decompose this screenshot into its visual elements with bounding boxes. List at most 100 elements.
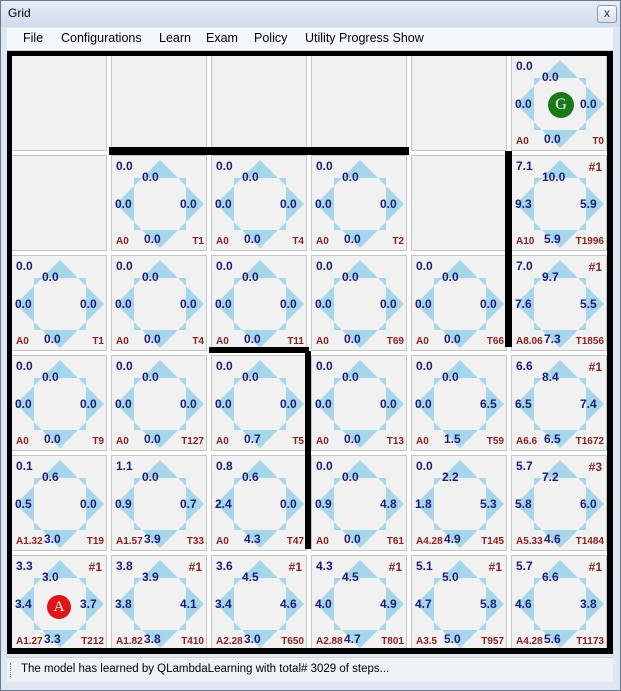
grid-cell-r2-c3[interactable]: 0.0 0.0 0.0 0.0 0.0 A0 T69 — [311, 255, 407, 351]
q-right-value: 7.4 — [580, 397, 597, 411]
grid-cell-r1-c0[interactable] — [11, 155, 107, 251]
visit-count-label: T1 — [192, 236, 204, 247]
q-right-value: 5.5 — [580, 297, 597, 311]
down-right-fill — [278, 322, 286, 330]
q-up-value: 0.0 — [342, 170, 359, 184]
grid-cell-r0-c4[interactable] — [411, 55, 507, 151]
grid-cell-r3-c5[interactable]: 6.6 8.4 6.5 7.4 6.5 A6.6 T1672 #1 — [511, 355, 607, 451]
alpha-label: A0 — [16, 336, 29, 347]
up-right-fill — [278, 578, 286, 586]
grid-cell-r3-c1[interactable]: 0.0 0.0 0.0 0.0 0.0 A0 T127 — [111, 355, 207, 451]
grid-cell-r1-c4[interactable] — [411, 155, 507, 251]
up-right-fill — [578, 278, 586, 286]
grid-cell-r3-c2[interactable]: 0.0 0.0 0.0 0.0 0.7 A0 T5 — [211, 355, 307, 451]
agent-marker: A — [47, 595, 71, 619]
grid-cell-r0-c3[interactable] — [311, 55, 407, 151]
grid-cell-r1-c1[interactable]: 0.0 0.0 0.0 0.0 0.0 A0 T1 — [111, 155, 207, 251]
up-right-fill — [578, 78, 586, 86]
grid-cell-r1-c5[interactable]: 7.1 10.0 9.3 5.9 5.9 A10 T1996 #1 — [511, 155, 607, 251]
grid-cell-r0-c0[interactable] — [11, 55, 107, 151]
up-left-fill — [134, 478, 142, 486]
q-up-value: 6.6 — [542, 570, 559, 584]
alpha-label: A0 — [16, 436, 29, 447]
q-left-value: 0.0 — [215, 297, 232, 311]
grid-cell-r5-c4[interactable]: 5.1 5.0 4.7 5.8 5.0 A3.5 T957 #1 — [411, 555, 507, 651]
alpha-label: A0 — [316, 336, 329, 347]
best-action-rank: #1 — [88, 560, 102, 574]
q-right-value: 4.8 — [380, 497, 397, 511]
q-up-value: 0.0 — [242, 270, 259, 284]
q-left-value: 0.9 — [115, 497, 132, 511]
q-left-value: 0.0 — [15, 297, 32, 311]
visit-count-label: T1672 — [575, 436, 604, 447]
state-value: 5.7 — [516, 459, 533, 473]
grid-cell-r5-c1[interactable]: 3.8 3.9 3.8 4.1 3.8 A1.82 T410 #1 — [111, 555, 207, 651]
close-button[interactable]: x — [597, 5, 617, 23]
grid-cell-r3-c4[interactable]: 0.0 0.0 0.0 6.5 1.5 A0 T59 — [411, 355, 507, 451]
visit-count-label: T66 — [486, 336, 504, 347]
status-text: The model has learned by QLambdaLearning… — [21, 663, 390, 675]
best-action-rank: #1 — [388, 560, 402, 574]
menu-configurations[interactable]: Configurations — [61, 31, 142, 45]
alpha-label: A0 — [216, 436, 229, 447]
grid-cell-r5-c0[interactable]: 3.3 3.0 3.4 3.7 3.3 A1.27 T212 #1 A — [11, 555, 107, 651]
down-right-fill — [178, 522, 186, 530]
wall-bottom — [7, 648, 613, 654]
grid-cell-r0-c2[interactable] — [211, 55, 307, 151]
menu-file[interactable]: File — [23, 31, 43, 45]
q-down-value: 0.0 — [344, 232, 361, 246]
grid-cell-r5-c5[interactable]: 5.7 6.6 4.6 3.8 5.6 A4.28 T1173 #1 — [511, 555, 607, 651]
visit-count-label: T33 — [186, 536, 204, 547]
q-down-value: 0.0 — [244, 232, 261, 246]
down-right-fill — [378, 422, 386, 430]
grid-cell-r1-c2[interactable]: 0.0 0.0 0.0 0.0 0.0 A0 T4 — [211, 155, 307, 251]
menu-utility-progress-show[interactable]: Utility Progress Show — [305, 31, 424, 45]
alpha-label: A0 — [116, 336, 129, 347]
state-value: 0.0 — [16, 359, 33, 373]
grid-cell-r4-c0[interactable]: 0.1 0.6 0.5 0.0 3.0 A1.32 T19 — [11, 455, 107, 551]
grid-cell-r2-c1[interactable]: 0.0 0.0 0.0 0.0 0.0 A0 T4 — [111, 255, 207, 351]
q-left-value: 3.4 — [215, 597, 232, 611]
state-value: 0.0 — [216, 259, 233, 273]
menu-learn[interactable]: Learn — [159, 31, 191, 45]
menu-exam[interactable]: Exam — [206, 31, 238, 45]
wall-row3-top — [209, 347, 309, 353]
grid-cell-r0-c5[interactable]: 0.0 0.0 0.0 0.0 0.0 A0 T0 G — [511, 55, 607, 151]
q-left-value: 0.0 — [315, 197, 332, 211]
down-right-fill — [178, 422, 186, 430]
menu-policy[interactable]: Policy — [254, 31, 287, 45]
grid-cell-r4-c5[interactable]: 5.7 7.2 5.8 6.0 4.6 A5.33 T1484 #3 — [511, 455, 607, 551]
visit-count-label: T47 — [286, 536, 304, 547]
up-right-fill — [378, 278, 386, 286]
grid-cell-r4-c2[interactable]: 0.8 0.6 2.4 0.0 4.3 A0 T47 — [211, 455, 307, 551]
best-action-rank: #1 — [588, 160, 602, 174]
grid-cell-r2-c0[interactable]: 0.0 0.0 0.0 0.0 0.0 A0 T1 — [11, 255, 107, 351]
up-right-fill — [78, 578, 86, 586]
best-action-rank: #1 — [588, 260, 602, 274]
down-left-fill — [534, 222, 542, 230]
q-right-value: 0.0 — [580, 97, 597, 111]
q-left-value: 0.0 — [115, 297, 132, 311]
grid-cell-r4-c3[interactable]: 0.0 0.0 0.9 4.8 0.0 A0 T61 — [311, 455, 407, 551]
grid-cell-r4-c1[interactable]: 1.1 0.0 0.9 0.7 3.9 A1.57 T33 — [111, 455, 207, 551]
q-left-value: 0.0 — [415, 397, 432, 411]
q-right-value: 0.0 — [280, 497, 297, 511]
grid-cell-r2-c4[interactable]: 0.0 0.0 0.0 0.0 0.0 A0 T66 — [411, 255, 507, 351]
grid-cell-r3-c3[interactable]: 0.0 0.0 0.0 0.0 0.0 A0 T13 — [311, 355, 407, 451]
grid-cell-r0-c1[interactable] — [111, 55, 207, 151]
title-bar: Grid x — [1, 1, 620, 27]
grid-cell-r2-c2[interactable]: 0.0 0.0 0.0 0.0 0.0 A0 T11 — [211, 255, 307, 351]
grid-cell-r2-c5[interactable]: 7.0 9.7 7.6 5.5 7.3 A8.06 T1856 #1 — [511, 255, 607, 351]
down-left-fill — [534, 122, 542, 130]
grid-cell-r5-c2[interactable]: 3.6 4.5 3.4 4.6 3.0 A2.28 T650 #1 — [211, 555, 307, 651]
up-left-fill — [34, 278, 42, 286]
q-right-value: 0.0 — [380, 297, 397, 311]
grid-cell-r4-c4[interactable]: 0.0 2.2 1.8 5.3 4.9 A4.28 T145 — [411, 455, 507, 551]
grid-cell-r3-c0[interactable]: 0.0 0.0 0.0 0.0 0.0 A0 T9 — [11, 355, 107, 451]
grid-cell-r1-c3[interactable]: 0.0 0.0 0.0 0.0 0.0 A0 T2 — [311, 155, 407, 251]
grid-cell-r5-c3[interactable]: 4.3 4.5 4.0 4.9 4.7 A2.88 T801 #1 — [311, 555, 407, 651]
best-action-rank: #3 — [588, 460, 602, 474]
up-left-fill — [334, 378, 342, 386]
visit-count-label: T145 — [481, 536, 504, 547]
q-up-value: 4.5 — [342, 570, 359, 584]
